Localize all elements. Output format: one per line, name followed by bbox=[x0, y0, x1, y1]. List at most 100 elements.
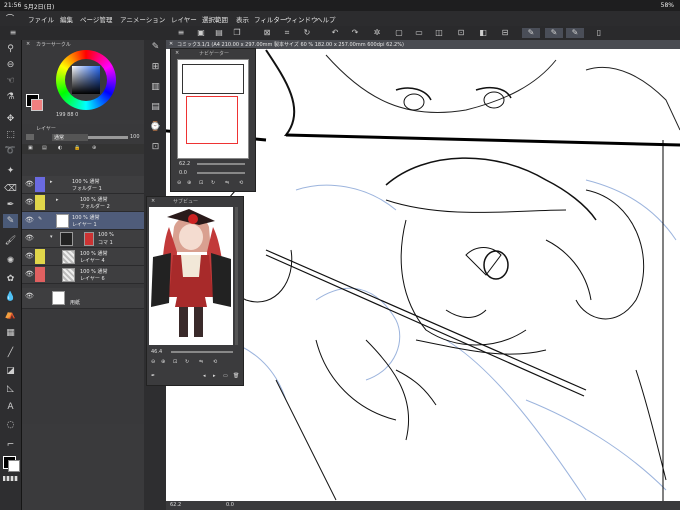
crop-icon[interactable]: ⊡ bbox=[456, 28, 466, 38]
menu-layer[interactable]: レイヤー bbox=[171, 14, 197, 24]
menu-selection[interactable]: 選択範囲 bbox=[202, 14, 228, 24]
nav-panel-icon[interactable]: ⊞ bbox=[148, 60, 163, 74]
sub-prev-icon[interactable]: ◂ bbox=[203, 373, 206, 379]
nav2-icon[interactable]: ⊡ bbox=[148, 140, 163, 154]
transparent-color-swatch[interactable] bbox=[3, 476, 18, 481]
new-icon[interactable]: ▣ bbox=[196, 28, 206, 38]
hue-ring[interactable] bbox=[56, 50, 116, 110]
subview-scrollbar[interactable] bbox=[235, 207, 238, 345]
sub-zoom-out-icon[interactable]: ⊖ bbox=[151, 359, 155, 365]
dropper-icon[interactable]: ✒ bbox=[3, 198, 18, 212]
navigator-preview[interactable] bbox=[177, 59, 249, 159]
menu-edit[interactable]: 編集 bbox=[60, 14, 73, 24]
sub-trash-icon[interactable]: 🗑 bbox=[233, 373, 239, 379]
menu-view[interactable]: 表示 bbox=[236, 14, 249, 24]
pen-tool-icon[interactable]: ✎ bbox=[3, 214, 18, 228]
paper-layer-row[interactable]: 👁 用紙 bbox=[22, 288, 144, 309]
pen-mode-icon[interactable]: ✎ bbox=[522, 28, 540, 38]
eraser-icon[interactable]: ⌫ bbox=[3, 182, 18, 196]
nav-reset-icon[interactable]: ⟲ bbox=[239, 180, 243, 186]
panel-tool-icon[interactable]: ✎ bbox=[148, 40, 163, 54]
rotate-slider[interactable] bbox=[197, 172, 245, 174]
reference-image[interactable] bbox=[149, 207, 233, 345]
sub-fit-icon[interactable]: ⊡ bbox=[173, 359, 177, 365]
menu-help[interactable]: ヘルプ bbox=[316, 14, 336, 24]
sub-next-icon[interactable]: ▸ bbox=[213, 373, 216, 379]
close-icon[interactable]: × bbox=[175, 50, 179, 56]
copy-icon[interactable]: ❐ bbox=[232, 28, 242, 38]
move-icon[interactable]: ✥ bbox=[3, 112, 18, 126]
panel-tab-icon[interactable]: × bbox=[26, 41, 30, 47]
gradient-icon[interactable]: ▦ bbox=[3, 326, 18, 340]
saturation-square[interactable] bbox=[72, 66, 100, 94]
eye-icon[interactable]: 👁 bbox=[25, 292, 34, 301]
snap-icon[interactable]: ⊟ bbox=[500, 28, 510, 38]
eye-icon[interactable]: 👁 bbox=[25, 198, 34, 207]
zoom-icon[interactable]: ⚲ bbox=[3, 42, 18, 56]
zoom-out-icon[interactable]: ⊖ bbox=[3, 58, 18, 72]
history-icon[interactable]: ⌚ bbox=[148, 120, 163, 134]
close-icon[interactable]: × bbox=[151, 198, 155, 204]
select-icon[interactable]: ⬚ bbox=[3, 128, 18, 142]
sub-folder-icon[interactable]: ▭ bbox=[223, 373, 228, 379]
airbrush-icon[interactable]: ✺ bbox=[3, 254, 18, 268]
wand-icon[interactable]: ✦ bbox=[3, 164, 18, 178]
eye-icon[interactable]: 👁 bbox=[25, 234, 34, 243]
ruler-icon[interactable]: ◺ bbox=[3, 382, 18, 396]
text-icon[interactable]: A bbox=[3, 400, 18, 414]
sub-flip-icon[interactable]: ⇋ bbox=[199, 359, 203, 365]
sub-zoom-in-icon[interactable]: ⊕ bbox=[161, 359, 165, 365]
frame-icon[interactable]: ◪ bbox=[3, 364, 18, 378]
menu-filter[interactable]: フィルター bbox=[254, 14, 286, 24]
save-icon[interactable]: ▤ bbox=[214, 28, 224, 38]
menu-animation[interactable]: アニメーション bbox=[120, 14, 165, 24]
layer-row[interactable]: 👁 ▾ 100 % コマ 1 bbox=[22, 230, 144, 248]
line-icon[interactable]: ╱ bbox=[3, 346, 18, 360]
eye-icon[interactable]: 👁 bbox=[25, 270, 34, 279]
pen-mode2-icon[interactable]: ✎ bbox=[545, 28, 563, 38]
lock-icon[interactable]: 🔒 bbox=[74, 145, 80, 151]
redo-icon[interactable]: ↷ bbox=[350, 28, 360, 38]
close-doc-icon[interactable]: ✕ bbox=[169, 41, 173, 47]
fill-icon[interactable]: ◧ bbox=[478, 28, 488, 38]
nav-rotate-icon[interactable]: ↻ bbox=[211, 180, 215, 186]
opacity-slider[interactable] bbox=[88, 136, 128, 139]
reference-icon[interactable]: ⊕ bbox=[92, 145, 96, 151]
menu-window[interactable]: ウィンドウ bbox=[285, 14, 318, 24]
eye-icon[interactable]: 👁 bbox=[25, 216, 34, 225]
sub-reset-icon[interactable]: ⟲ bbox=[213, 359, 217, 365]
deselect-icon[interactable]: ▭ bbox=[414, 28, 424, 38]
eye-icon[interactable]: 👁 bbox=[25, 180, 34, 189]
layer-property-icon[interactable] bbox=[26, 134, 34, 140]
subview-zoom-slider[interactable] bbox=[171, 351, 233, 353]
layer-row[interactable]: 👁 100 % 通常 レイヤー 6 bbox=[22, 266, 144, 284]
expand-icon[interactable]: ▾ bbox=[50, 234, 53, 240]
hamburger-icon[interactable]: ≡ bbox=[176, 28, 186, 38]
select-all-icon[interactable]: ▢ bbox=[394, 28, 404, 38]
menu-page[interactable]: ページ管理 bbox=[80, 14, 112, 24]
correct-line-icon[interactable]: ⌐ bbox=[3, 438, 18, 452]
fill-bucket-icon[interactable]: ⛺ bbox=[3, 308, 18, 322]
layer-row-selected[interactable]: 👁 ✎ 100 % 通常 レイヤー 1 bbox=[22, 212, 144, 230]
eye-icon[interactable]: 👁 bbox=[25, 252, 34, 261]
brush-icon[interactable]: 🖌 bbox=[3, 234, 18, 248]
nav-zoom-in-icon[interactable]: ⊕ bbox=[187, 180, 191, 186]
balloon-icon[interactable]: ◌ bbox=[3, 418, 18, 432]
blend-icon[interactable]: 💧 bbox=[3, 290, 18, 304]
mask-icon[interactable]: ◐ bbox=[58, 145, 62, 151]
menu-icon[interactable]: ≡ bbox=[8, 28, 18, 38]
rotate-icon[interactable]: ↻ bbox=[302, 28, 312, 38]
blend-mode-select[interactable]: 通常 bbox=[52, 134, 88, 141]
hand-icon[interactable]: ☜ bbox=[3, 74, 18, 88]
new-layer-icon[interactable]: ▣ bbox=[28, 145, 33, 151]
zoom-slider[interactable] bbox=[197, 163, 245, 165]
sub-eyedropper-icon[interactable]: ✒ bbox=[151, 373, 155, 379]
app-logo-icon[interactable]: ⌒ bbox=[6, 13, 14, 24]
lasso-icon[interactable]: ➰ bbox=[3, 144, 18, 158]
decoration-icon[interactable]: ✿ bbox=[3, 272, 18, 286]
material-icon[interactable]: ▥ bbox=[148, 80, 163, 94]
nav-flip-icon[interactable]: ⇋ bbox=[225, 180, 229, 186]
invert-icon[interactable]: ◫ bbox=[434, 28, 444, 38]
sub-color-swatch[interactable] bbox=[8, 460, 20, 472]
pen-mode3-icon[interactable]: ✎ bbox=[566, 28, 584, 38]
